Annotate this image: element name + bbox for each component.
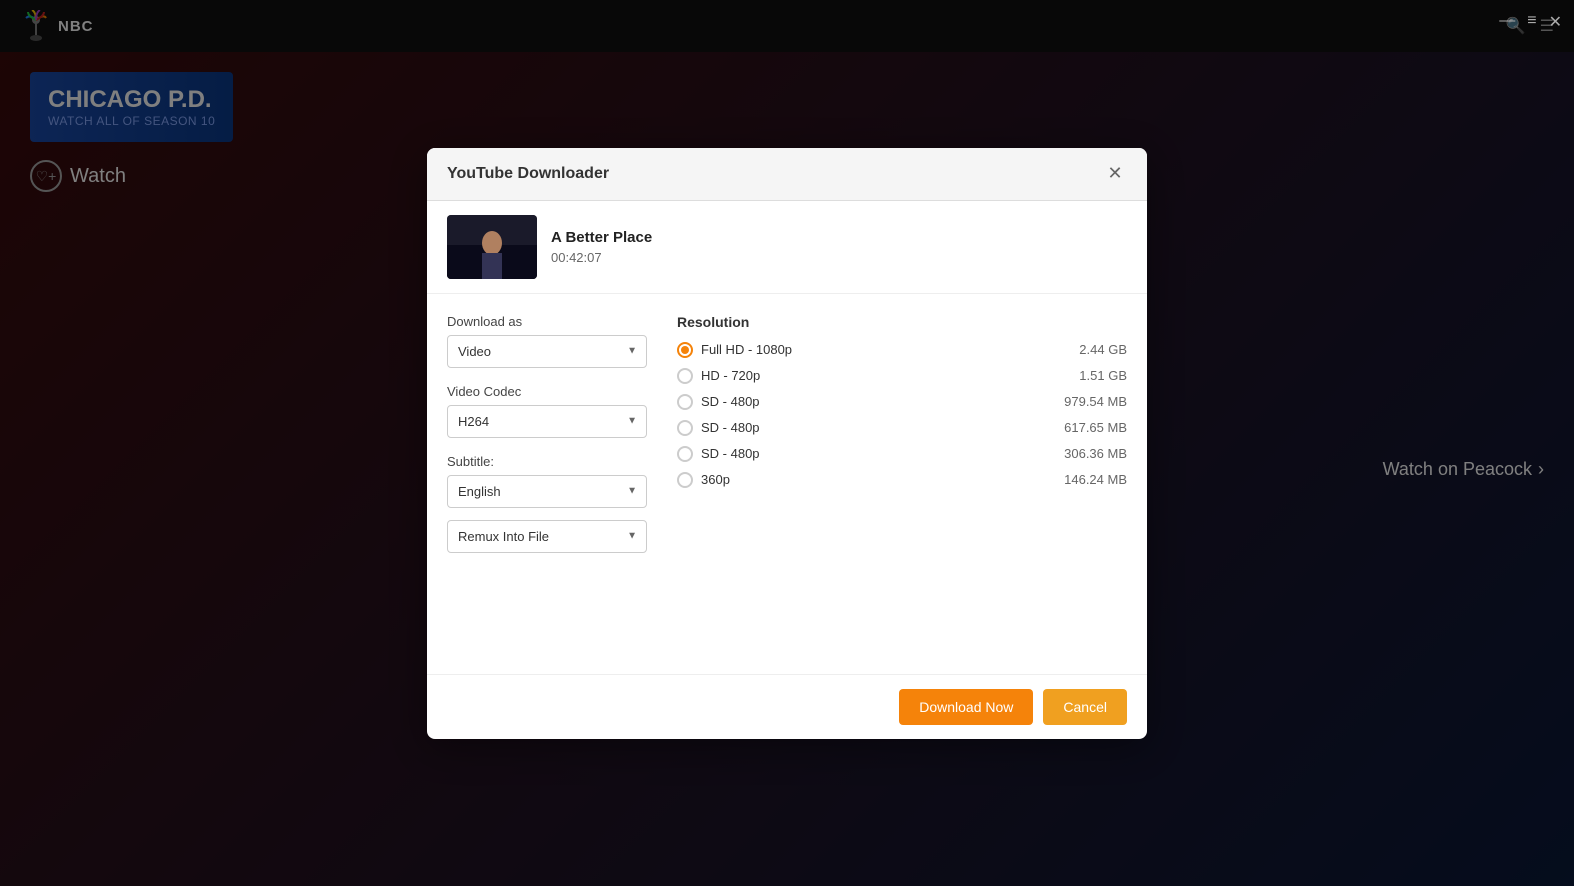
resolution-label-3: SD - 480p (701, 420, 760, 435)
maximize-button[interactable]: ≡ (1527, 12, 1536, 32)
subtitle-select[interactable]: English (447, 475, 647, 508)
radio-sd480-3[interactable] (677, 446, 693, 462)
resolution-item-1[interactable]: HD - 720p 1.51 GB (677, 368, 1127, 384)
resolution-label-4: SD - 480p (701, 446, 760, 461)
modal-body: Download as Video Video Codec H264 (427, 294, 1147, 674)
video-title: A Better Place (551, 229, 652, 246)
resolution-item-3[interactable]: SD - 480p 617.65 MB (677, 420, 1127, 436)
modal-video-info: A Better Place 00:42:07 (427, 201, 1147, 294)
video-codec-group: Video Codec H264 (447, 384, 647, 438)
radio-fullhd[interactable] (677, 342, 693, 358)
resolution-list: Full HD - 1080p 2.44 GB HD - 720p 1.51 G… (677, 342, 1127, 488)
download-as-label: Download as (447, 314, 647, 329)
download-as-select[interactable]: Video (447, 335, 647, 368)
window-controls: — ≡ ✕ (1499, 12, 1562, 32)
resolution-item-2[interactable]: SD - 480p 979.54 MB (677, 394, 1127, 410)
close-button[interactable]: ✕ (1549, 12, 1562, 32)
video-codec-select[interactable]: H264 (447, 405, 647, 438)
video-duration: 00:42:07 (551, 250, 652, 265)
modal-header: YouTube Downloader ✕ (427, 148, 1147, 201)
download-as-group: Download as Video (447, 314, 647, 368)
radio-sd480-1[interactable] (677, 394, 693, 410)
subtitle-wrapper: English (447, 475, 647, 508)
resolution-label-1: HD - 720p (701, 368, 760, 383)
resolution-label-0: Full HD - 1080p (701, 342, 792, 357)
subtitle-group: Subtitle: English Remux Into File (447, 454, 647, 553)
subtitle-mode-wrapper: Remux Into File (447, 520, 647, 553)
modal-resolution: Resolution Full HD - 1080p 2.44 GB HD (677, 314, 1127, 654)
resolution-item-0[interactable]: Full HD - 1080p 2.44 GB (677, 342, 1127, 358)
video-thumbnail (447, 215, 537, 279)
video-meta: A Better Place 00:42:07 (551, 229, 652, 265)
resolution-size-4: 306.36 MB (1064, 446, 1127, 461)
resolution-item-5[interactable]: 360p 146.24 MB (677, 472, 1127, 488)
resolution-size-5: 146.24 MB (1064, 472, 1127, 487)
thumbnail-image (447, 215, 537, 279)
resolution-item-4[interactable]: SD - 480p 306.36 MB (677, 446, 1127, 462)
radio-sd480-2[interactable] (677, 420, 693, 436)
resolution-size-2: 979.54 MB (1064, 394, 1127, 409)
resolution-size-1: 1.51 GB (1079, 368, 1127, 383)
subtitle-label: Subtitle: (447, 454, 647, 469)
resolution-size-0: 2.44 GB (1079, 342, 1127, 357)
radio-360p[interactable] (677, 472, 693, 488)
download-as-wrapper: Video (447, 335, 647, 368)
modal-overlay: YouTube Downloader ✕ A Better Place 00:4… (0, 0, 1574, 886)
minimize-button[interactable]: — (1499, 12, 1515, 32)
downloader-modal: YouTube Downloader ✕ A Better Place 00:4… (427, 148, 1147, 739)
resolution-size-3: 617.65 MB (1064, 420, 1127, 435)
modal-close-button[interactable]: ✕ (1103, 162, 1127, 186)
resolution-title: Resolution (677, 314, 1127, 330)
modal-form-left: Download as Video Video Codec H264 (447, 314, 647, 654)
resolution-label-2: SD - 480p (701, 394, 760, 409)
modal-title: YouTube Downloader (447, 165, 609, 183)
modal-footer: Download Now Cancel (427, 674, 1147, 739)
video-codec-label: Video Codec (447, 384, 647, 399)
subtitle-mode-select[interactable]: Remux Into File (447, 520, 647, 553)
cancel-button[interactable]: Cancel (1043, 689, 1127, 725)
video-codec-wrapper: H264 (447, 405, 647, 438)
download-now-button[interactable]: Download Now (899, 689, 1033, 725)
radio-hd720[interactable] (677, 368, 693, 384)
resolution-label-5: 360p (701, 472, 730, 487)
